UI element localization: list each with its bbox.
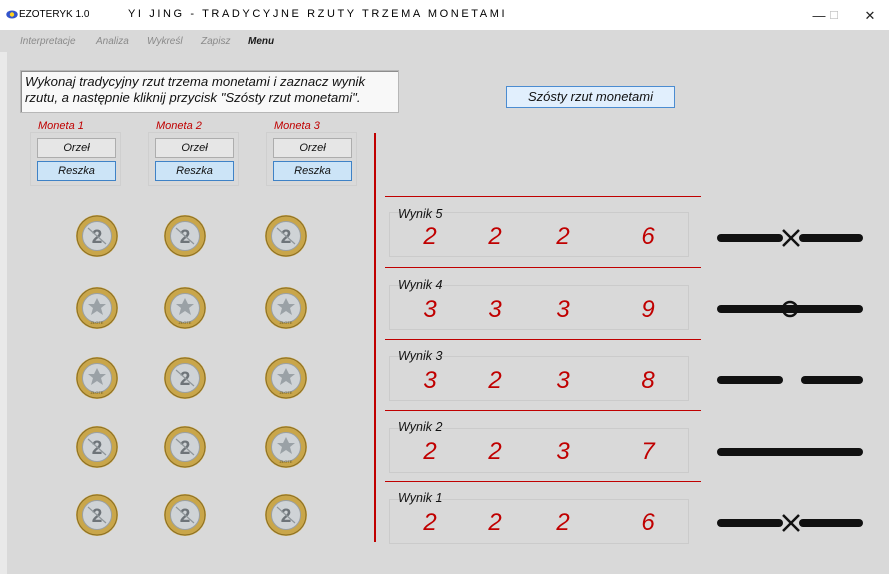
result-2-value-3: 3 [556, 438, 570, 465]
coin-reverse-icon: 2 [265, 494, 307, 536]
title-bar: EZOTERYK 1.0 YI JING - TRADYCYJNE RZUTY … [0, 0, 889, 30]
result-5-sum: 6 [641, 223, 655, 250]
svg-text:ZŁOTE: ZŁOTE [280, 459, 293, 464]
result-4-value-1: 3 [423, 296, 437, 323]
result-4-value-3: 3 [556, 296, 570, 323]
result-3-value-2: 2 [488, 367, 502, 394]
result-1-sum: 6 [641, 509, 655, 536]
svg-text:2: 2 [180, 438, 191, 459]
coin-reverse-icon: 2 [164, 494, 206, 536]
line-1-yin-changing-icon [717, 514, 863, 532]
coin-reverse-icon: 2 [76, 215, 118, 257]
result-1-value-2: 2 [488, 509, 502, 536]
svg-text:2: 2 [281, 506, 292, 527]
divider-3 [385, 339, 701, 340]
result-1-value-1: 2 [423, 509, 437, 536]
divider-5 [385, 196, 701, 197]
svg-text:2: 2 [180, 369, 191, 390]
coin-2-reszka-button[interactable]: Reszka [155, 161, 234, 181]
sixth-throw-button[interactable]: Szósty rzut monetami [506, 86, 675, 108]
coin-1-group: Orzeł Reszka [30, 132, 121, 186]
result-4-label: Wynik 4 [398, 278, 443, 292]
svg-text:2: 2 [92, 227, 103, 248]
result-3-value-3: 3 [556, 367, 570, 394]
svg-text:ZŁOTE: ZŁOTE [179, 320, 192, 325]
coin-reverse-icon: 2 [265, 215, 307, 257]
eye-icon [6, 10, 18, 19]
divider-vertical [374, 133, 376, 542]
result-2-sum: 7 [641, 438, 655, 465]
svg-text:ZŁOTE: ZŁOTE [91, 320, 104, 325]
svg-text:2: 2 [92, 438, 103, 459]
divider-1 [385, 481, 701, 482]
line-4-yang-changing-icon [717, 300, 863, 318]
result-1-label: Wynik 1 [398, 491, 443, 505]
coin-reverse-icon: 2 [76, 494, 118, 536]
coin-3-label: Moneta 3 [274, 120, 320, 132]
coin-1-label: Moneta 1 [38, 120, 84, 132]
result-3-label: Wynik 3 [398, 349, 443, 363]
line-5-yin-changing-icon [717, 229, 863, 247]
window-title: YI JING - TRADYCYJNE RZUTY TRZEMA MONETA… [128, 8, 508, 20]
coin-1-orzel-button[interactable]: Orzeł [37, 138, 116, 158]
app-name: EZOTERYK 1.0 [19, 9, 90, 20]
left-edge [0, 52, 7, 574]
svg-text:ZŁOTE: ZŁOTE [280, 390, 293, 395]
result-4-value-2: 3 [488, 296, 502, 323]
divider-2 [385, 410, 701, 411]
coin-obverse-icon: ZŁOTE [265, 357, 307, 399]
coin-reverse-icon: 2 [164, 426, 206, 468]
coin-reverse-icon: 2 [164, 357, 206, 399]
coin-obverse-icon: ZŁOTE [76, 357, 118, 399]
result-2-value-1: 2 [423, 438, 437, 465]
result-5-value-2: 2 [488, 223, 502, 250]
divider-4 [385, 267, 701, 268]
coin-obverse-icon: ZŁOTE [76, 287, 118, 329]
result-3-sum: 8 [641, 367, 655, 394]
coin-2-orzel-button[interactable]: Orzeł [155, 138, 234, 158]
coin-3-group: Orzeł Reszka [266, 132, 357, 186]
result-2-label: Wynik 2 [398, 420, 443, 434]
coin-reverse-icon: 2 [76, 426, 118, 468]
coin-reverse-icon: 2 [164, 215, 206, 257]
svg-text:ZŁOTE: ZŁOTE [91, 390, 104, 395]
result-4-sum: 9 [641, 296, 655, 323]
coin-1-reszka-button[interactable]: Reszka [37, 161, 116, 181]
svg-text:2: 2 [180, 506, 191, 527]
menu-analiza[interactable]: Analiza [96, 36, 129, 47]
close-button[interactable]: ✕ [848, 5, 889, 27]
line-2-yang-icon [717, 448, 863, 456]
menu-bar: Interpretacje Analiza Wykreśl Zapisz Men… [0, 30, 889, 52]
result-5-label: Wynik 5 [398, 207, 443, 221]
coin-2-label: Moneta 2 [156, 120, 202, 132]
coin-3-orzel-button[interactable]: Orzeł [273, 138, 352, 158]
svg-text:2: 2 [180, 227, 191, 248]
result-5-value-3: 2 [556, 223, 570, 250]
result-1-value-3: 2 [556, 509, 570, 536]
coin-obverse-icon: ZŁOTE [265, 426, 307, 468]
svg-text:ZŁOTE: ZŁOTE [280, 320, 293, 325]
coin-obverse-icon: ZŁOTE [164, 287, 206, 329]
menu-interpretacje[interactable]: Interpretacje [20, 36, 76, 47]
coin-3-reszka-button[interactable]: Reszka [273, 161, 352, 181]
menu-zapisz[interactable]: Zapisz [201, 36, 230, 47]
svg-text:2: 2 [92, 506, 103, 527]
line-3-yin-icon [717, 376, 863, 384]
svg-text:2: 2 [281, 227, 292, 248]
menu-wykresl[interactable]: Wykreśl [147, 36, 183, 47]
menu-menu[interactable]: Menu [248, 36, 274, 47]
coin-obverse-icon: ZŁOTE [265, 287, 307, 329]
coin-2-group: Orzeł Reszka [148, 132, 239, 186]
instruction-box: Wykonaj tradycyjny rzut trzema monetami … [20, 70, 399, 113]
result-2-value-2: 2 [488, 438, 502, 465]
result-5-value-1: 2 [423, 223, 437, 250]
result-3-value-1: 3 [423, 367, 437, 394]
